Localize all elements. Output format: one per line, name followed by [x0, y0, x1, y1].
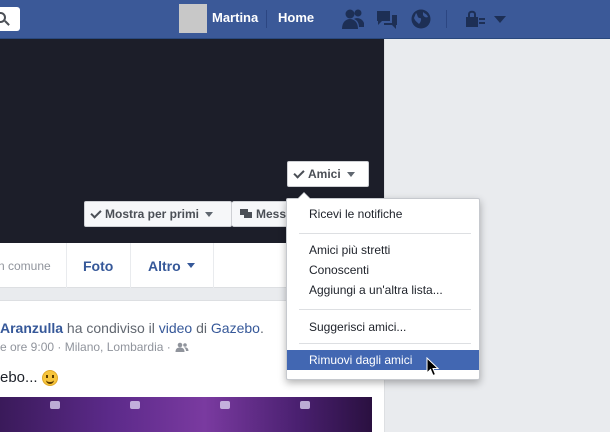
- menu-divider: [299, 309, 471, 310]
- post-of-text: di: [192, 320, 211, 336]
- mouse-pointer-icon: [426, 357, 440, 377]
- search-input[interactable]: [0, 7, 20, 31]
- tab-more[interactable]: Altro: [148, 243, 195, 288]
- menu-item-add-to-list[interactable]: Aggiungi a un'altra lista...: [287, 280, 479, 300]
- tab-photos[interactable]: Foto: [83, 243, 113, 288]
- message-button[interactable]: Mess: [232, 201, 294, 227]
- post-author-link[interactable]: Aranzulla: [0, 320, 63, 336]
- post-action-text: ha condiviso il: [63, 320, 159, 336]
- privacy-lock-icon[interactable]: [463, 8, 487, 30]
- friends-dropdown-menu: Ricevi le notifiche Amici più stretti Co…: [286, 192, 480, 380]
- chevron-down-icon: [205, 211, 214, 217]
- post-text: ebo...: [0, 369, 58, 386]
- friends-button-label: Amici: [308, 167, 341, 181]
- post-header: Aranzulla ha condiviso il video di Gazeb…: [0, 320, 264, 336]
- post-text-content: ebo...: [0, 369, 38, 386]
- chevron-down-icon: [186, 263, 195, 268]
- notifications-globe-icon[interactable]: [409, 8, 433, 30]
- tab-friends-in-common[interactable]: n comune: [0, 243, 51, 288]
- see-first-button[interactable]: Mostra per primi: [84, 201, 232, 227]
- avatar[interactable]: [179, 4, 207, 33]
- checkmark-icon: [90, 206, 102, 219]
- nav-divider: [446, 10, 447, 28]
- menu-item-unfriend[interactable]: Rimuovi dagli amici: [287, 350, 479, 370]
- menu-divider: [299, 233, 471, 234]
- menu-item-suggest-friends[interactable]: Suggerisci amici...: [287, 317, 479, 337]
- friends-audience-icon[interactable]: [175, 342, 189, 352]
- nav-divider: [266, 10, 267, 28]
- checkmark-icon: [293, 166, 305, 179]
- page: Martina Home Amici Mostra per primi Mess…: [0, 0, 610, 432]
- tab-label: Altro: [148, 257, 181, 274]
- home-link[interactable]: Home: [278, 10, 314, 25]
- post-period: .: [259, 320, 264, 336]
- tab-divider: [130, 243, 131, 288]
- message-icon: [240, 209, 252, 218]
- post-object-link[interactable]: video: [159, 320, 192, 336]
- tab-label: Foto: [83, 257, 114, 274]
- friends-button[interactable]: Amici: [287, 161, 369, 187]
- profile-name-link[interactable]: Martina: [212, 10, 258, 25]
- message-button-label: Mess: [256, 207, 287, 221]
- post-page-link[interactable]: Gazebo: [211, 320, 260, 336]
- messages-icon[interactable]: [375, 8, 399, 30]
- menu-item-get-notifications[interactable]: Ricevi le notifiche: [287, 204, 479, 224]
- smiley-emoji-icon: [41, 369, 58, 386]
- post-timestamp-location[interactable]: e ore 9:00 · Milano, Lombardia ·: [0, 340, 171, 354]
- menu-item-close-friends[interactable]: Amici più stretti: [287, 240, 479, 260]
- top-navigation-bar: Martina Home: [0, 0, 610, 39]
- post-video-thumbnail[interactable]: [0, 397, 372, 432]
- tab-label: n comune: [0, 258, 51, 273]
- tab-divider: [66, 243, 67, 288]
- friend-requests-icon[interactable]: [341, 8, 365, 30]
- account-menu-caret-icon[interactable]: [490, 8, 514, 30]
- see-first-button-label: Mostra per primi: [105, 207, 200, 221]
- post-meta: e ore 9:00 · Milano, Lombardia ·: [0, 340, 189, 354]
- tab-divider: [213, 243, 214, 288]
- chevron-down-icon: [346, 171, 355, 177]
- menu-divider: [299, 343, 471, 344]
- menu-item-acquaintances[interactable]: Conoscenti: [287, 260, 479, 280]
